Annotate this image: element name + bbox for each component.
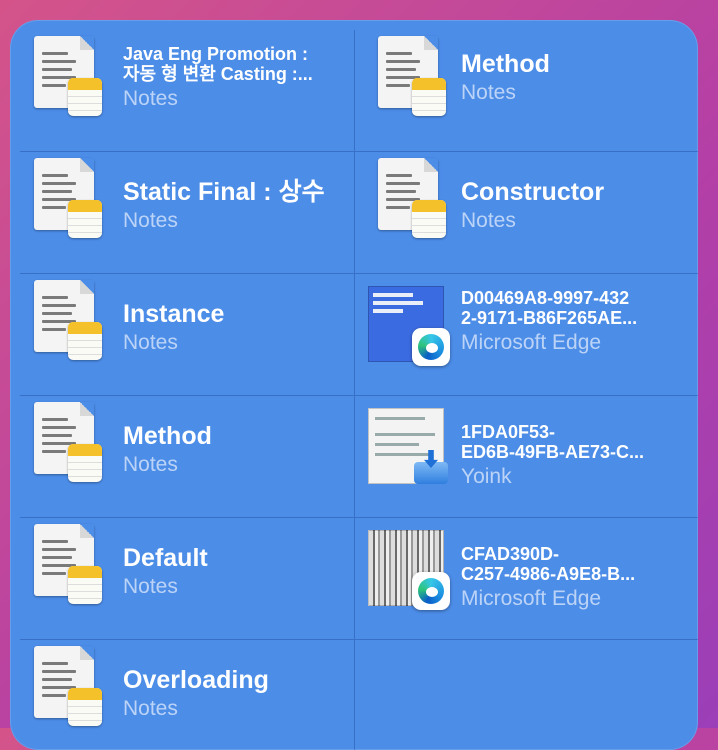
item-title: Static Final : 상수 (123, 178, 325, 206)
item-app-name: Yoink (461, 465, 512, 488)
notes-document-icon (24, 646, 108, 730)
item-title: Java Eng Promotion : (123, 44, 309, 64)
recent-item-default[interactable]: Default Notes (20, 518, 355, 640)
yoink-icon (412, 450, 450, 488)
item-title: 1FDA0F53- (461, 422, 556, 442)
recent-item-static-final[interactable]: Static Final : 상수 Notes (20, 152, 355, 274)
item-title: Instance (123, 300, 225, 328)
recent-item-d00469a8[interactable]: D00469A8-9997-432 2-9171-B86F265AE... Mi… (355, 274, 698, 396)
notes-document-icon (24, 36, 108, 120)
recent-item-overloading[interactable]: Overloading Notes (20, 640, 355, 750)
recent-item-constructor[interactable]: Constructor Notes (355, 152, 698, 274)
recent-item-method-2[interactable]: Method Notes (20, 396, 355, 518)
recent-item-cfad390d[interactable]: CFAD390D- C257-4986-A9E8-B... Microsoft … (355, 518, 698, 640)
item-title: Default (123, 544, 208, 572)
recent-item-java-eng-promotion[interactable]: Java Eng Promotion : 자동 형 변환 Casting :..… (20, 30, 355, 152)
empty-cell (355, 640, 698, 750)
notes-document-icon (368, 36, 452, 120)
item-app-name: Microsoft Edge (461, 587, 602, 610)
screenshot-thumbnail (368, 530, 452, 614)
screenshot-thumbnail (368, 286, 452, 370)
item-app-name: Notes (123, 87, 178, 110)
recent-item-1fda0f53[interactable]: 1FDA0F53- ED6B-49FB-AE73-C... Yoink (355, 396, 698, 518)
notes-document-icon (24, 158, 108, 242)
recent-item-instance[interactable]: Instance Notes (20, 274, 355, 396)
notes-document-icon (24, 524, 108, 608)
item-title-line2: ED6B-49FB-AE73-C... (461, 442, 645, 462)
screenshot-thumbnail (368, 408, 452, 492)
item-title: Method (461, 50, 550, 78)
item-app-name: Microsoft Edge (461, 331, 602, 354)
microsoft-edge-icon (412, 572, 450, 610)
microsoft-edge-icon (412, 328, 450, 366)
item-app-name: Notes (123, 575, 178, 598)
recent-items-grid: Java Eng Promotion : 자동 형 변환 Casting :..… (20, 30, 698, 750)
item-app-name: Notes (123, 209, 178, 232)
item-title-line2: C257-4986-A9E8-B... (461, 564, 636, 584)
item-title: Method (123, 422, 212, 450)
item-app-name: Notes (461, 209, 516, 232)
item-title-line2: 자동 형 변환 Casting :... (123, 64, 313, 84)
notes-document-icon (368, 158, 452, 242)
item-title: Constructor (461, 178, 605, 206)
item-app-name: Notes (123, 697, 178, 720)
item-app-name: Notes (123, 331, 178, 354)
recent-item-method[interactable]: Method Notes (355, 30, 698, 152)
item-title-line2: 2-9171-B86F265AE... (461, 308, 638, 328)
notes-document-icon (24, 280, 108, 364)
item-app-name: Notes (461, 81, 516, 104)
item-app-name: Notes (123, 453, 178, 476)
item-title: D00469A8-9997-432 (461, 288, 630, 308)
item-title: CFAD390D- (461, 544, 560, 564)
recent-items-panel: Java Eng Promotion : 자동 형 변환 Casting :..… (10, 20, 698, 750)
notes-document-icon (24, 402, 108, 486)
item-title: Overloading (123, 666, 269, 694)
